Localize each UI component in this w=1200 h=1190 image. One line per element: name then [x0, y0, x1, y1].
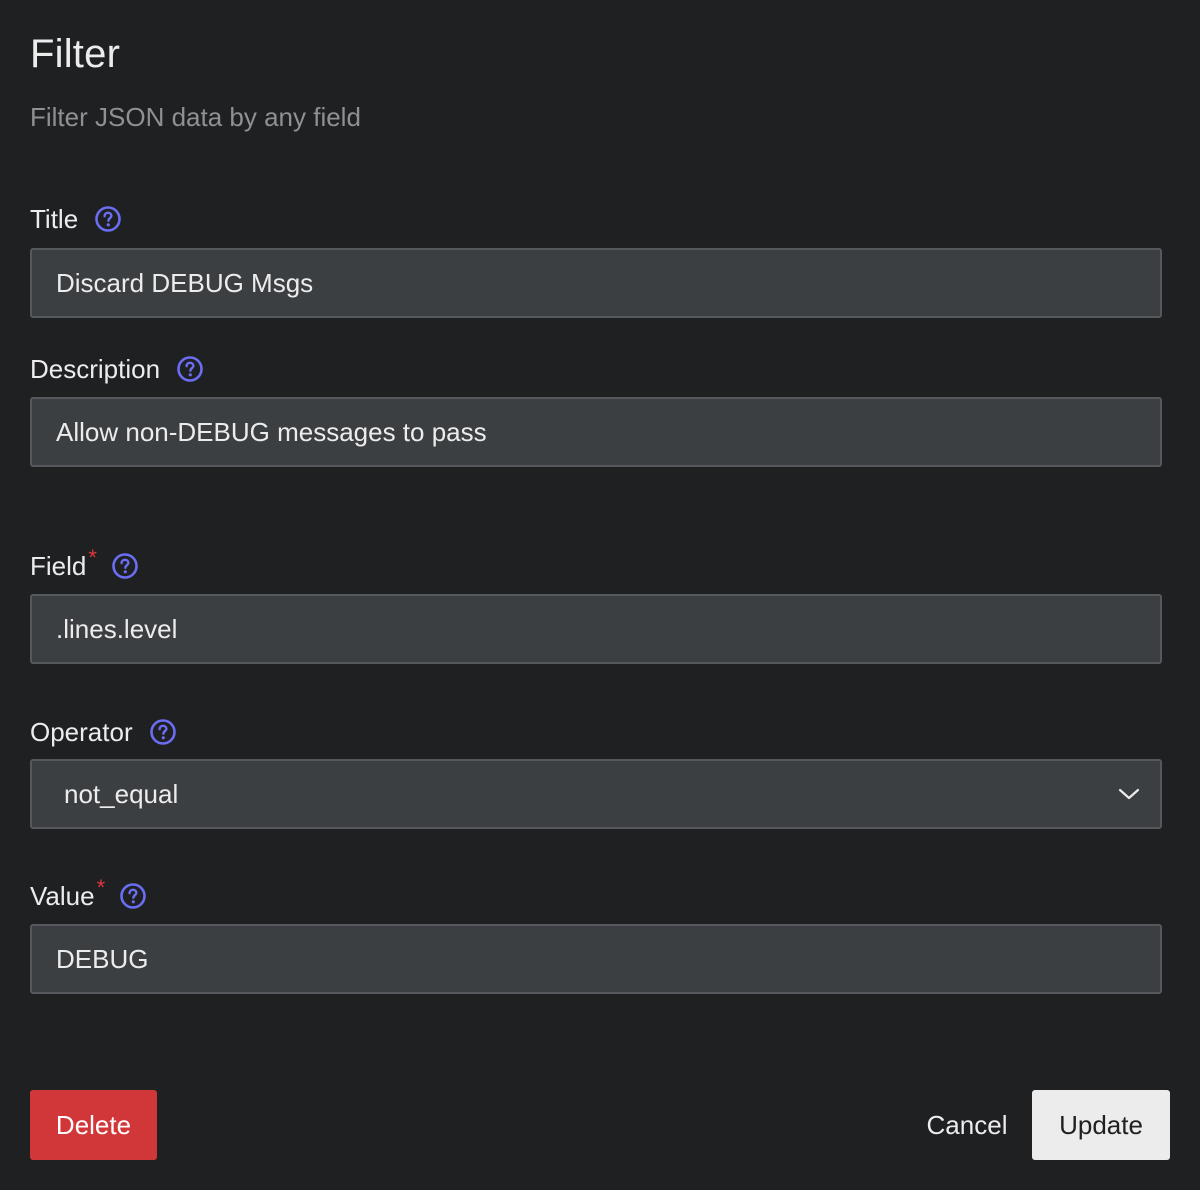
field-label: Field [30, 550, 87, 581]
operator-label-row: Operator [30, 714, 177, 750]
field-input[interactable] [30, 594, 1162, 664]
title-input[interactable] [30, 248, 1162, 318]
cancel-button[interactable]: Cancel [912, 1090, 1022, 1160]
operator-label: Operator [30, 716, 133, 747]
title-label-row: Title [30, 201, 122, 237]
operator-select[interactable]: not_equal [30, 759, 1162, 829]
filter-panel: Filter Filter JSON data by any field Tit… [0, 0, 1200, 1190]
update-button[interactable]: Update [1032, 1090, 1170, 1160]
value-label: Value [30, 880, 95, 911]
operator-selected-value: not_equal [64, 778, 179, 809]
field-label-row: Field * [30, 545, 139, 584]
description-label: Description [30, 353, 161, 384]
page-subtitle: Filter JSON data by any field [30, 102, 361, 132]
required-marker: * [88, 545, 97, 570]
help-circle-icon[interactable] [94, 205, 122, 233]
help-circle-icon[interactable] [149, 718, 177, 746]
required-marker: * [96, 875, 106, 900]
title-label: Title [30, 203, 79, 234]
page-title: Filter [30, 32, 121, 76]
help-circle-icon[interactable] [111, 552, 139, 580]
description-input[interactable] [30, 397, 1162, 467]
help-circle-icon[interactable] [119, 882, 147, 910]
description-label-row: Description [30, 351, 204, 387]
value-input[interactable] [30, 924, 1162, 994]
value-label-row: Value * [30, 875, 147, 914]
help-circle-icon[interactable] [176, 355, 204, 383]
delete-button[interactable]: Delete [30, 1090, 157, 1160]
chevron-down-icon [1118, 788, 1140, 800]
